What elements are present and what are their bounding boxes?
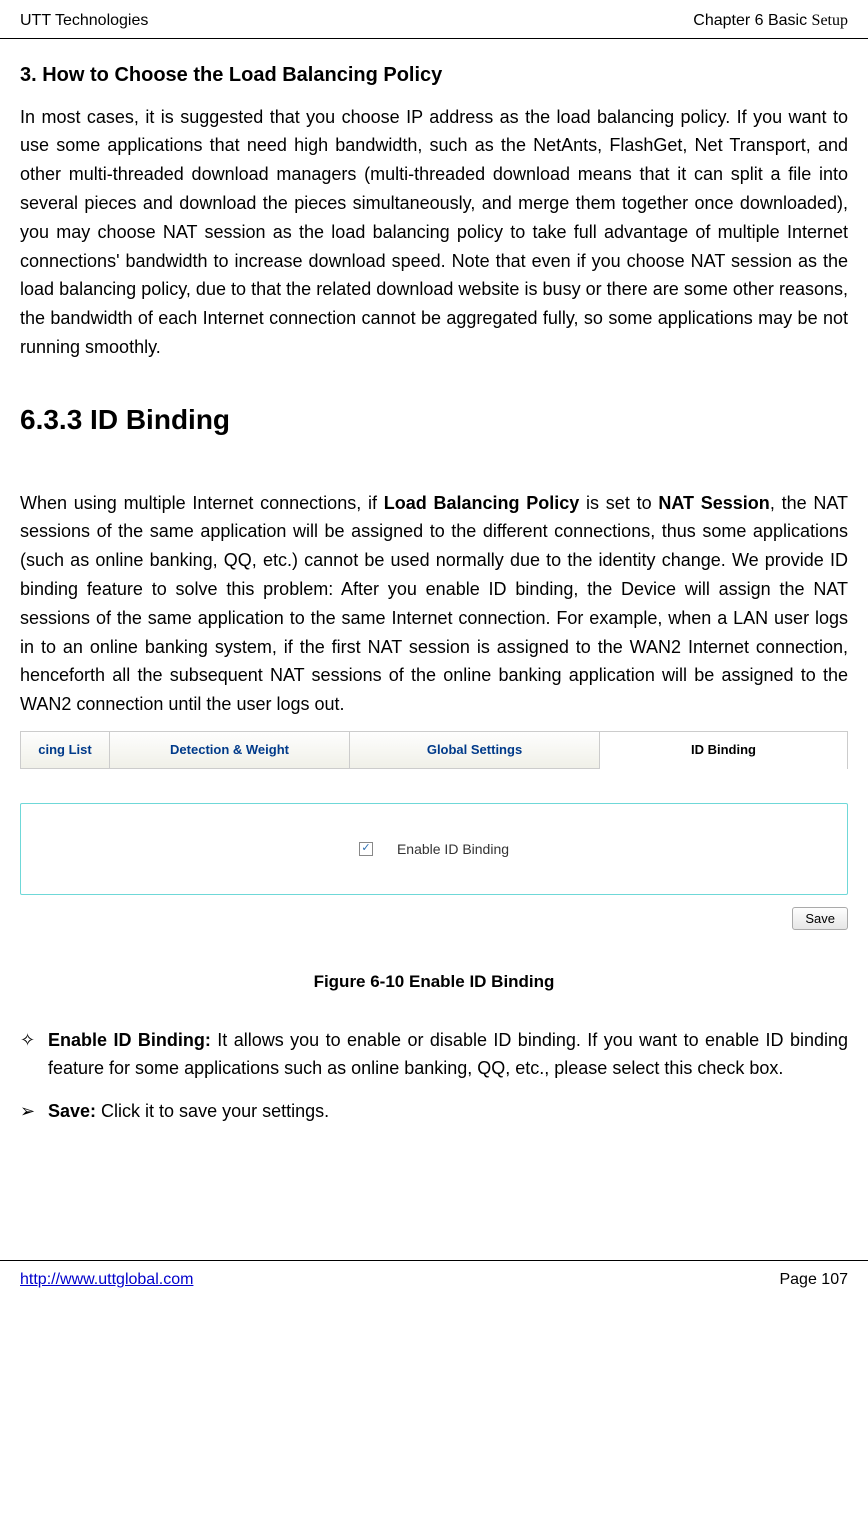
- tab-id-binding[interactable]: ID Binding: [600, 731, 848, 769]
- id-binding-panel: ✓ Enable ID Binding: [20, 803, 848, 895]
- section-heading-load-balancing: 3. How to Choose the Load Balancing Poli…: [20, 59, 848, 91]
- tab-cing-list[interactable]: cing List: [20, 731, 110, 769]
- footer-page-number: Page 107: [779, 1267, 848, 1293]
- tab-detection-weight[interactable]: Detection & Weight: [110, 731, 350, 769]
- section-body-load-balancing: In most cases, it is suggested that you …: [20, 103, 848, 362]
- subsection-body-id-binding: When using multiple Internet connections…: [20, 489, 848, 719]
- footer-url-link[interactable]: http://www.uttglobal.com: [20, 1267, 193, 1293]
- page-content: 3. How to Choose the Load Balancing Poli…: [0, 39, 868, 1180]
- tab-bar: cing List Detection & Weight Global Sett…: [20, 731, 848, 769]
- subsection-heading-id-binding: 6.3.3 ID Binding: [20, 398, 848, 443]
- bullet-enable-id-binding: ✧Enable ID Binding: It allows you to ena…: [20, 1026, 848, 1084]
- arrow-icon: ➢: [20, 1097, 48, 1126]
- save-button[interactable]: Save: [792, 907, 848, 930]
- save-row: Save: [20, 907, 848, 930]
- header-chapter: Chapter 6 Basic Setup: [693, 8, 848, 34]
- tab-global-settings[interactable]: Global Settings: [350, 731, 600, 769]
- page-header: UTT Technologies Chapter 6 Basic Setup: [0, 0, 868, 39]
- header-company: UTT Technologies: [20, 8, 148, 34]
- page-footer: http://www.uttglobal.com Page 107: [0, 1260, 868, 1307]
- diamond-icon: ✧: [20, 1026, 48, 1055]
- bullet-save: ➢Save: Click it to save your settings.: [20, 1097, 848, 1126]
- figure-screenshot: cing List Detection & Weight Global Sett…: [20, 731, 848, 930]
- enable-id-binding-checkbox[interactable]: ✓: [359, 842, 373, 856]
- figure-caption: Figure 6-10 Enable ID Binding: [20, 968, 848, 995]
- enable-id-binding-label: Enable ID Binding: [397, 838, 509, 860]
